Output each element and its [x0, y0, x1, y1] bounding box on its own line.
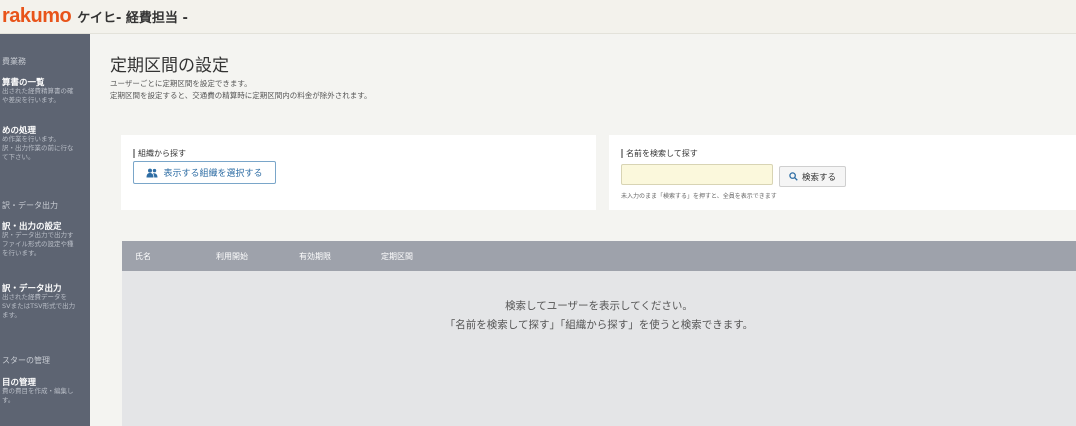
sidebar-item-desc: 出された経費データを: [2, 293, 67, 301]
table-body: 検索してユーザーを表示してください。 「名前を検索して探す」「組織から探す」を使…: [122, 271, 1076, 426]
org-search-label: 組織から探す: [133, 149, 186, 158]
search-button-label: 検索する: [801, 172, 836, 183]
column-header-route: 定期区間: [381, 252, 413, 261]
sidebar-item-desc: す。: [2, 396, 15, 404]
users-icon: [146, 168, 158, 177]
page-description: 定期区間を設定すると、交通費の精算時に定期区間内の料金が除外されます。: [110, 91, 372, 100]
sidebar-item-desc: 出された経費精算書の確: [2, 87, 74, 95]
page-title: 定期区間の設定: [110, 56, 229, 76]
sidebar-item-desc: 費の費目を作成・編集し: [2, 387, 74, 395]
empty-message: 「名前を検索して探す」「組織から探す」を使うと検索できます。: [444, 319, 754, 331]
sidebar-item-desc: て下さい。: [2, 153, 35, 161]
column-header-start: 利用開始: [216, 252, 248, 261]
role-label: - 経費担当 -: [116, 11, 188, 26]
rakumo-logo[interactable]: rakumo: [2, 5, 72, 28]
sidebar-item-desc: 訳・出力作業の前に行な: [2, 144, 74, 152]
main-content: 定期区間の設定 ユーザーごとに定期区間を設定できます。 定期区間を設定すると、交…: [90, 34, 1076, 426]
search-icon: [789, 172, 798, 181]
column-header-expiry: 有効期限: [299, 252, 331, 261]
sidebar-item-desc: ファイル形式の設定や種: [2, 240, 74, 248]
app-name: ケイヒ: [77, 11, 116, 26]
search-button[interactable]: 検索する: [779, 166, 846, 187]
org-search-panel: 組織から探す 表示する組織を選択する: [121, 135, 596, 210]
select-org-button-label: 表示する組織を選択する: [163, 169, 263, 179]
sidebar-item-desc: 訳・データ出力で出力す: [2, 231, 74, 239]
select-org-button[interactable]: 表示する組織を選択する: [133, 161, 276, 184]
name-search-label: 名前を検索して探す: [621, 149, 698, 158]
sidebar-item-desc: SVまたはTSV形式で出力: [2, 302, 76, 310]
sidebar-item-desc: め作業を行います。: [2, 135, 60, 143]
sidebar-item-desc: ます。: [2, 311, 21, 319]
page-description: ユーザーごとに定期区間を設定できます。: [110, 79, 252, 88]
sidebar: 費業務 算書の一覧 出された経費精算書の確 や差戻を行います。 めの処理 め作業…: [0, 34, 90, 426]
sidebar-item-desc: を行います。: [2, 249, 41, 257]
empty-message: 検索してユーザーを表示してください。: [505, 300, 693, 312]
search-hint: 未入力のまま「検索する」を押すと、全員を表示できます: [621, 193, 777, 200]
sidebar-section-master: スターの管理: [2, 356, 50, 365]
column-header-name: 氏名: [135, 252, 151, 261]
sidebar-section-expense: 費業務: [2, 57, 26, 66]
name-search-panel: 名前を検索して探す 検索する 未入力のまま「検索する」を押すと、全員を表示できま…: [609, 135, 1076, 210]
sidebar-item-desc: や差戻を行います。: [2, 96, 60, 104]
top-bar: rakumo ケイヒ - 経費担当 -: [0, 0, 1076, 34]
table-header: 氏名 利用開始 有効期限 定期区間: [122, 241, 1076, 271]
sidebar-section-journal: 訳・データ出力: [2, 201, 58, 210]
name-search-input[interactable]: [621, 164, 773, 185]
